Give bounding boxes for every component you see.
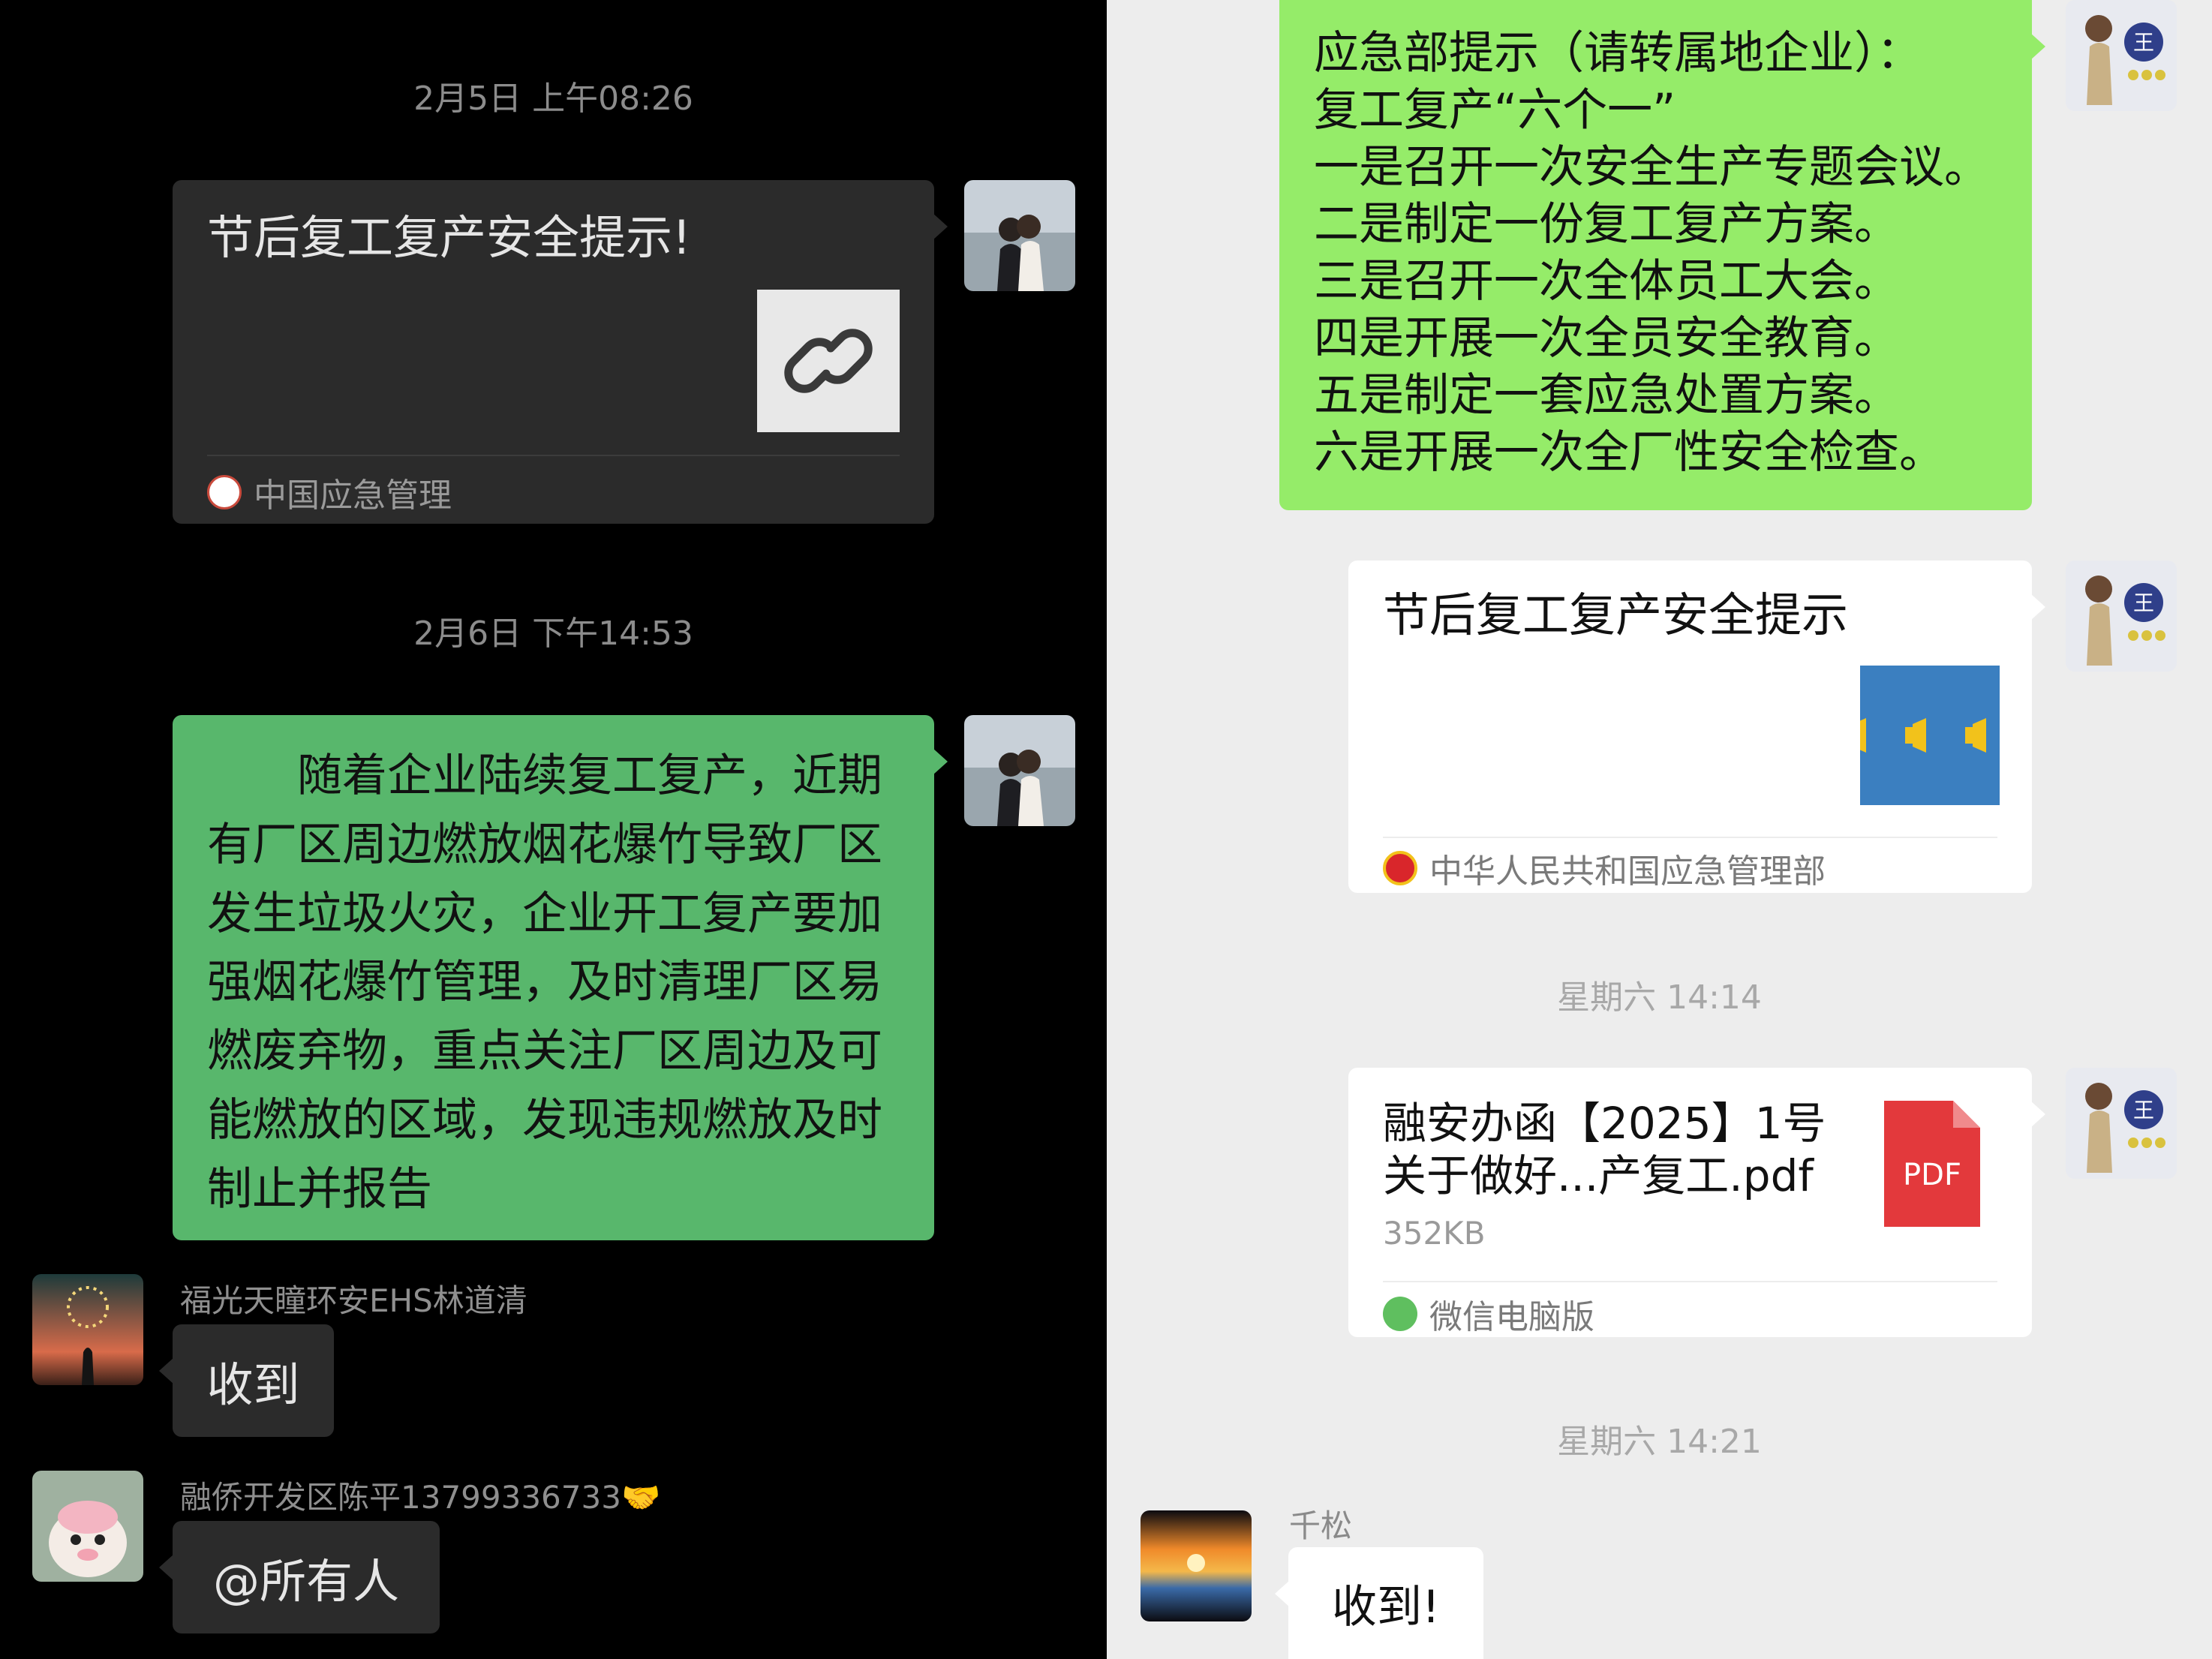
left-chat-pane[interactable]: 2月5日 上午08:26 节后复工复产安全提示! 中国应急管理 2月6日 下午1…: [0, 0, 1107, 1659]
sender-name: 融侨开发区陈平13799336733🤝: [180, 1479, 661, 1516]
timestamp: 星期六 14:21: [1557, 1423, 1762, 1461]
link-thumbnail: [1860, 666, 2000, 805]
link-card-source[interactable]: 中国应急管理: [207, 468, 452, 516]
member-avatar-qiansong[interactable]: [1141, 1510, 1252, 1621]
notice-message-text: 随着企业陆续复工复产，近期 有厂区周边燃放烟花爆竹导致厂区 发生垃圾火灾，企业开…: [207, 750, 882, 1216]
svg-text:王: 王: [2133, 30, 2154, 55]
timestamp: 2月5日 上午08:26: [413, 80, 693, 118]
svg-text:王: 王: [2133, 1098, 2154, 1123]
sender-name: 福光天瞳环安EHS林道清: [180, 1282, 527, 1319]
self-avatar[interactable]: [964, 715, 1075, 826]
link-card-source-label: 中国应急管理: [254, 476, 452, 515]
member-avatar-linfangqing[interactable]: [32, 1274, 143, 1385]
link-card-title: 节后复工复产安全提示: [1383, 588, 1849, 642]
six-ones-notice-bubble[interactable]: 应急部提示（请转属地企业）： 复工复产“六个一” 一是召开一次安全生产专题会议。…: [1279, 0, 2045, 510]
link-card-source[interactable]: 中华人民共和国应急管理部: [1383, 844, 1826, 892]
notice-message-bubble[interactable]: 随着企业陆续复工复产，近期 有厂区周边燃放烟花爆竹导致厂区 发生垃圾火灾，企业开…: [173, 715, 948, 1240]
timestamp: 2月6日 下午14:53: [413, 615, 693, 653]
wechat-icon: [1383, 1297, 1417, 1331]
file-card-source-label: 微信电脑版: [1429, 1298, 1594, 1336]
file-card-source[interactable]: 微信电脑版: [1383, 1290, 1594, 1338]
reply-text: @所有人: [212, 1554, 399, 1609]
link-icon: [784, 329, 873, 393]
pdf-file-icon: PDF: [1884, 1101, 1980, 1227]
svg-text:王: 王: [2133, 591, 2154, 615]
file-size: 352KB: [1383, 1215, 1486, 1252]
link-card-title: 节后复工复产安全提示!: [207, 210, 691, 265]
card-divider: [207, 455, 900, 456]
pdf-badge-label: PDF: [1903, 1158, 1961, 1192]
link-card-source-label: 中华人民共和国应急管理部: [1429, 852, 1826, 891]
self-avatar[interactable]: [964, 180, 1075, 291]
national-emblem-icon: [1383, 851, 1417, 885]
reply-bubble[interactable]: 收到: [159, 1324, 334, 1437]
right-chat-pane[interactable]: 应急部提示（请转属地企业）： 复工复产“六个一” 一是召开一次安全生产专题会议。…: [1107, 0, 2212, 1659]
self-avatar[interactable]: 王: [2066, 1068, 2177, 1179]
six-ones-notice-text: 应急部提示（请转属地企业）： 复工复产“六个一” 一是召开一次安全生产专题会议。…: [1314, 27, 1989, 479]
card-divider: [1383, 1281, 1997, 1282]
reply-text: 收到!: [1331, 1581, 1441, 1633]
link-card-message[interactable]: 节后复工复产安全提示 中华人民共和国应急管理部: [1348, 561, 2045, 893]
self-avatar[interactable]: 王: [2066, 561, 2177, 672]
reply-bubble[interactable]: 收到!: [1275, 1547, 1483, 1659]
reply-text: 收到: [206, 1357, 300, 1412]
link-thumbnail: [757, 290, 900, 432]
member-avatar-chenping[interactable]: [32, 1471, 143, 1582]
card-divider: [1383, 837, 1997, 838]
megaphone-icon: [1860, 718, 1986, 753]
self-avatar[interactable]: 王: [2066, 0, 2177, 111]
emergency-management-logo-icon: [207, 475, 242, 509]
reply-bubble[interactable]: @所有人: [159, 1521, 440, 1633]
sender-name: 千松: [1289, 1507, 1353, 1544]
file-name: 融安办函【2025】1号 关于做好...产复工.pdf: [1383, 1098, 1826, 1201]
timestamp: 星期六 14:14: [1557, 978, 1762, 1017]
link-card-message[interactable]: 节后复工复产安全提示! 中国应急管理: [173, 180, 948, 524]
file-card-message[interactable]: 融安办函【2025】1号 关于做好...产复工.pdf 352KB PDF 微信…: [1348, 1068, 2045, 1338]
